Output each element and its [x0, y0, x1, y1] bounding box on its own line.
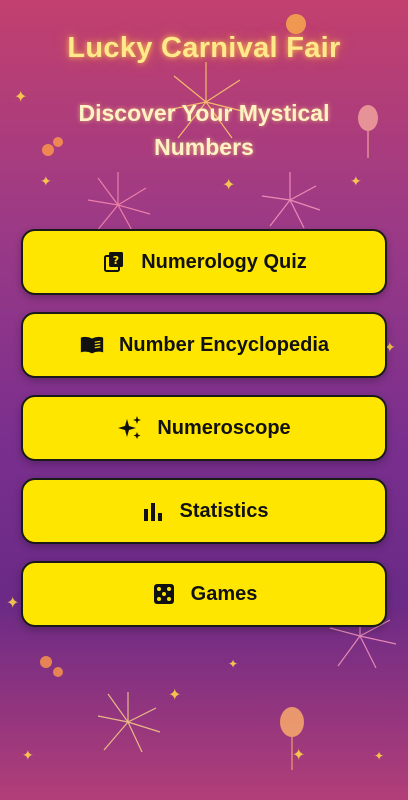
numeroscope-button[interactable]: Numeroscope	[21, 395, 387, 461]
numerology-quiz-label: Numerology Quiz	[141, 250, 307, 273]
svg-text:✦: ✦	[374, 749, 384, 763]
svg-text:✦: ✦	[14, 87, 27, 106]
dice-icon	[151, 581, 177, 607]
firework-burst-bottom	[97, 692, 161, 753]
number-encyclopedia-button[interactable]: Number Encyclopedia	[21, 312, 387, 378]
firework-burst-right	[261, 172, 321, 229]
book-icon	[79, 332, 105, 358]
games-button[interactable]: Games	[21, 561, 387, 627]
svg-text:✦: ✦	[6, 593, 19, 612]
svg-text:✦: ✦	[22, 748, 34, 764]
svg-text:✦: ✦	[222, 175, 235, 194]
numerology-quiz-button[interactable]: ? Numerology Quiz	[21, 229, 387, 295]
svg-text:✦: ✦	[40, 174, 52, 190]
statistics-label: Statistics	[179, 499, 269, 522]
number-encyclopedia-label: Number Encyclopedia	[118, 333, 330, 356]
main-menu: ? Numerology Quiz Number Encyclopedia Nu…	[21, 229, 387, 644]
sparkles-icon	[117, 415, 143, 441]
quiz-icon: ?	[101, 249, 127, 275]
firework-burst-left	[87, 172, 151, 235]
svg-text:✦: ✦	[350, 174, 362, 190]
svg-text:✦: ✦	[168, 685, 181, 704]
app-title: Lucky Carnival Fair	[67, 32, 341, 64]
bar-chart-icon	[140, 498, 166, 524]
svg-text:?: ?	[113, 254, 119, 267]
svg-text:✦: ✦	[228, 657, 238, 671]
games-label: Games	[190, 582, 258, 605]
app-subtitle: Discover Your Mystical Numbers	[78, 100, 330, 160]
statistics-button[interactable]: Statistics	[21, 478, 387, 544]
numeroscope-label: Numeroscope	[157, 416, 291, 439]
svg-text:✦: ✦	[292, 745, 305, 764]
